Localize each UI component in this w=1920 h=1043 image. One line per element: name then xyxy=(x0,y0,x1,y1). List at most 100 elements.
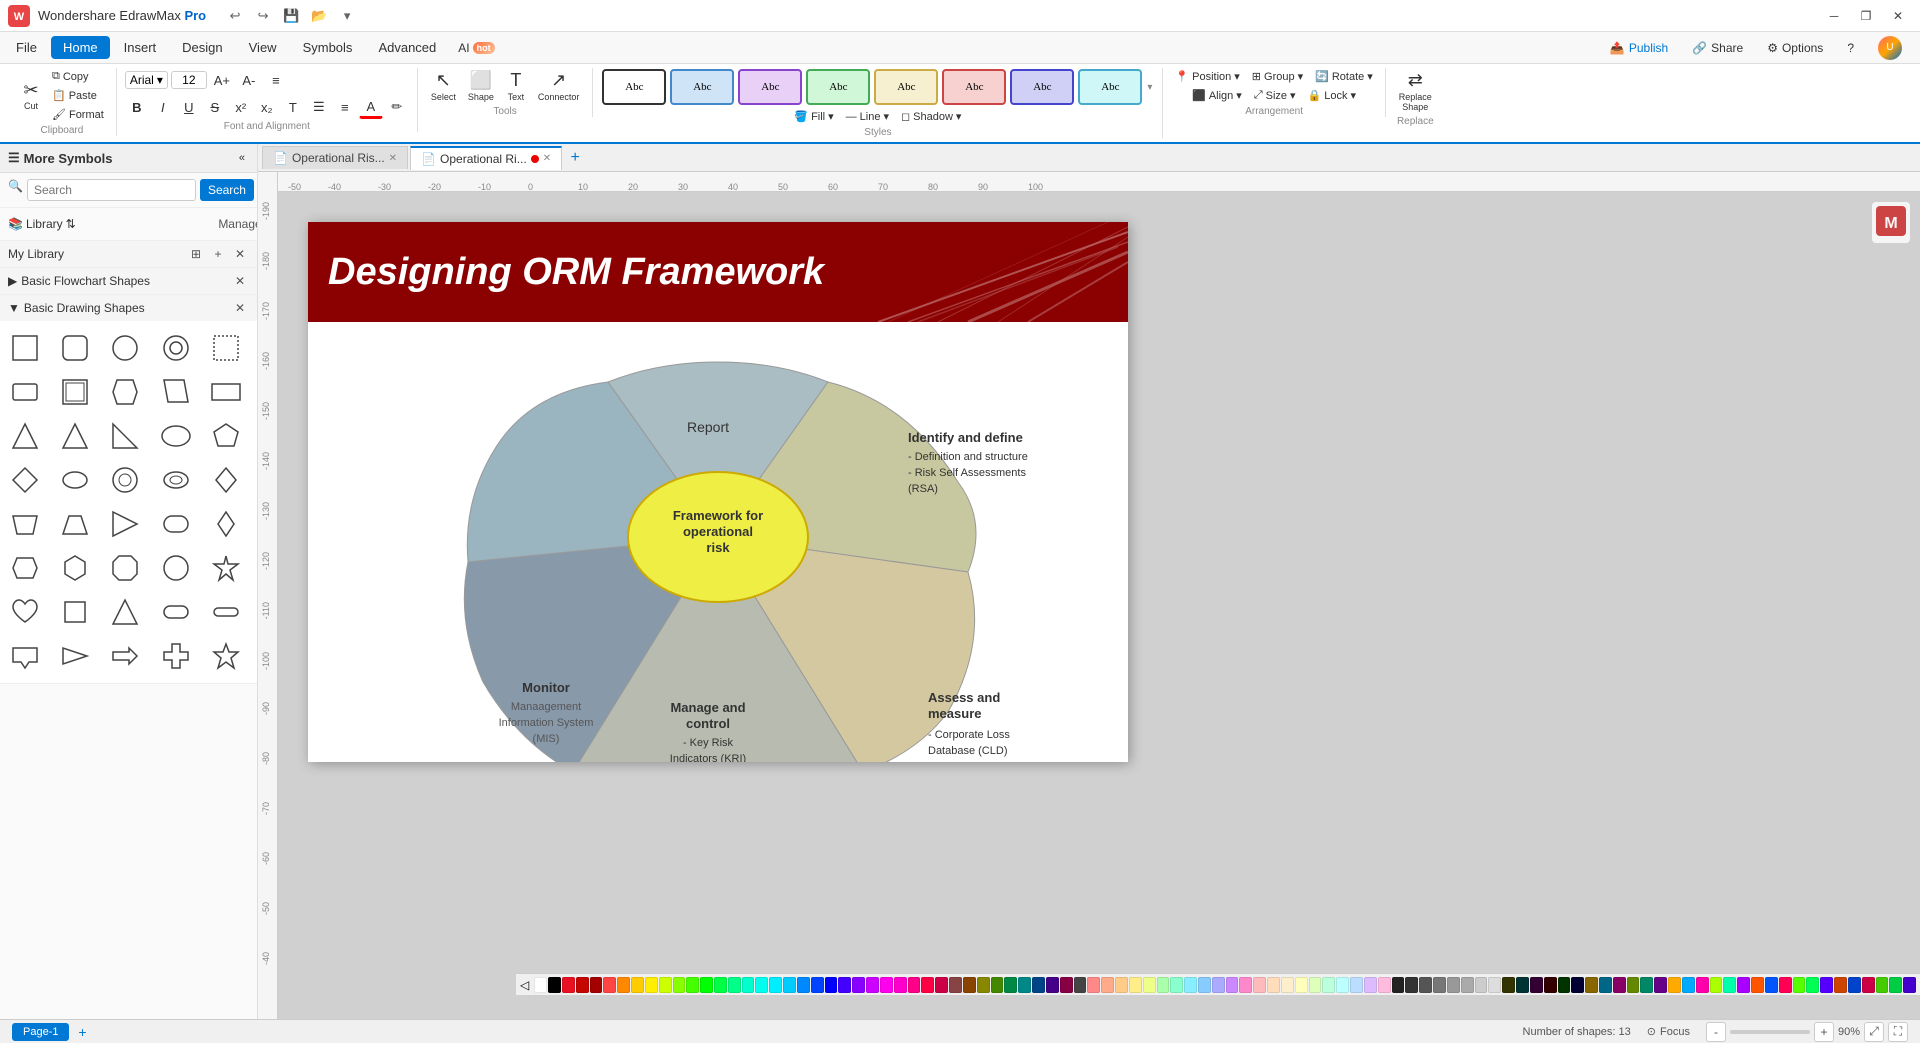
shape-trap2[interactable] xyxy=(54,503,96,545)
fit-screen-button[interactable]: ⤢ xyxy=(1864,1022,1884,1042)
collapse-panel-button[interactable]: « xyxy=(235,150,249,166)
style-abc8[interactable]: Abc xyxy=(1078,69,1142,105)
copy-button[interactable]: ⧉ Copy xyxy=(48,68,108,85)
group-button[interactable]: ⊞ Group ▾ xyxy=(1248,68,1307,85)
open-button[interactable]: 📂 xyxy=(308,5,330,27)
shape-parallelogram[interactable] xyxy=(155,371,197,413)
color-swatch-46[interactable] xyxy=(1170,977,1183,993)
color-swatch-59[interactable] xyxy=(1350,977,1363,993)
color-swatch-45[interactable] xyxy=(1157,977,1170,993)
zoom-slider[interactable] xyxy=(1730,1030,1810,1034)
canvas-content[interactable]: Designing ORM Framework xyxy=(278,192,1920,1019)
line-button[interactable]: — Line ▾ xyxy=(842,108,893,125)
shape-ring2[interactable] xyxy=(104,459,146,501)
zoom-in-button[interactable]: + xyxy=(1814,1022,1834,1042)
color-swatch-52[interactable] xyxy=(1253,977,1266,993)
color-swatch-57[interactable] xyxy=(1322,977,1335,993)
color-swatch-62[interactable] xyxy=(1392,977,1405,993)
color-swatch-88[interactable] xyxy=(1751,977,1764,993)
size-button[interactable]: ⤢ Size ▾ xyxy=(1250,87,1300,104)
menu-view[interactable]: View xyxy=(237,36,289,59)
shape-square[interactable] xyxy=(4,327,46,369)
style-abc3[interactable]: Abc xyxy=(738,69,802,105)
color-swatch-34[interactable] xyxy=(1004,977,1017,993)
menu-symbols[interactable]: Symbols xyxy=(291,36,365,59)
shape-heart[interactable] xyxy=(4,591,46,633)
basic-drawing-close-icon[interactable]: ✕ xyxy=(231,299,249,317)
style-abc1[interactable]: Abc xyxy=(602,69,666,105)
color-swatch-94[interactable] xyxy=(1834,977,1847,993)
color-swatch-28[interactable] xyxy=(921,977,934,993)
shape-banner[interactable] xyxy=(4,635,46,677)
shape-circle2[interactable] xyxy=(155,547,197,589)
add-page-button[interactable]: + xyxy=(73,1023,91,1041)
undo-button[interactable]: ↩ xyxy=(224,5,246,27)
color-swatch-3[interactable] xyxy=(576,977,589,993)
color-swatch-29[interactable] xyxy=(935,977,948,993)
subscript-button[interactable]: x₂ xyxy=(255,95,279,119)
my-library-grid-icon[interactable]: ⊞ xyxy=(187,245,205,263)
replace-shape-button[interactable]: ⇄ ReplaceShape xyxy=(1394,68,1437,114)
superscript-button[interactable]: x² xyxy=(229,95,253,119)
color-swatch-10[interactable] xyxy=(673,977,686,993)
shape-rect-outline[interactable] xyxy=(205,327,247,369)
color-swatch-78[interactable] xyxy=(1613,977,1626,993)
lock-button[interactable]: 🔒 Lock ▾ xyxy=(1304,87,1360,104)
tab-1[interactable]: 📄 Operational Ris... ✕ xyxy=(262,146,408,169)
fill-button[interactable]: 🪣 Fill ▾ xyxy=(790,108,837,125)
shape-rounded-poly[interactable] xyxy=(155,503,197,545)
color-swatch-89[interactable] xyxy=(1765,977,1778,993)
color-swatch-51[interactable] xyxy=(1239,977,1252,993)
shape-ring3[interactable] xyxy=(155,459,197,501)
menu-ai[interactable]: AI hot xyxy=(450,37,502,59)
shape-rtri2[interactable] xyxy=(104,503,146,545)
color-swatch-63[interactable] xyxy=(1405,977,1418,993)
shape-pill[interactable] xyxy=(155,591,197,633)
color-swatch-27[interactable] xyxy=(908,977,921,993)
style-abc5[interactable]: Abc xyxy=(874,69,938,105)
color-swatch-43[interactable] xyxy=(1129,977,1142,993)
font-family-selector[interactable]: Arial ▾ xyxy=(125,71,168,89)
shape-ring[interactable] xyxy=(155,327,197,369)
my-library-add-icon[interactable]: + xyxy=(209,245,227,263)
color-swatch-65[interactable] xyxy=(1433,977,1446,993)
rotate-button[interactable]: 🔄 Rotate ▾ xyxy=(1311,68,1377,85)
bold-button[interactable]: B xyxy=(125,95,149,119)
color-swatch-42[interactable] xyxy=(1115,977,1128,993)
menu-advanced[interactable]: Advanced xyxy=(366,36,448,59)
color-swatch-67[interactable] xyxy=(1461,977,1474,993)
color-swatch-4[interactable] xyxy=(590,977,603,993)
shape-pentagon[interactable] xyxy=(205,415,247,457)
color-bar-pointer[interactable]: ◁ xyxy=(520,978,529,992)
basic-flowchart-close-icon[interactable]: ✕ xyxy=(231,272,249,290)
styles-expand[interactable]: ▾ xyxy=(1145,80,1154,95)
library-header[interactable]: 📚 Library ⇅ Manage xyxy=(8,212,249,236)
font-size-input[interactable]: 12 xyxy=(171,71,207,89)
position-button[interactable]: 📍 Position ▾ xyxy=(1171,68,1243,85)
canvas-area[interactable]: -50 -40 -30 -20 -10 0 10 20 30 40 50 60 … xyxy=(258,172,1920,1019)
publish-button[interactable]: 📤 Publish xyxy=(1600,38,1678,58)
shape-button[interactable]: ⬜ Shape xyxy=(463,68,499,104)
options-button[interactable]: ⚙ Options xyxy=(1757,38,1833,58)
color-swatch-54[interactable] xyxy=(1281,977,1294,993)
more-button[interactable]: ▾ xyxy=(336,5,358,27)
color-swatch-14[interactable] xyxy=(728,977,741,993)
highlight-button[interactable]: ✏ xyxy=(385,95,409,119)
decrease-font-button[interactable]: A- xyxy=(237,68,261,92)
color-swatch-18[interactable] xyxy=(783,977,796,993)
color-swatch-23[interactable] xyxy=(852,977,865,993)
color-swatch-80[interactable] xyxy=(1640,977,1653,993)
cut-button[interactable]: ✂ Cut xyxy=(16,78,46,114)
color-swatch-95[interactable] xyxy=(1848,977,1861,993)
color-swatch-9[interactable] xyxy=(659,977,672,993)
color-swatch-93[interactable] xyxy=(1820,977,1833,993)
color-swatch-97[interactable] xyxy=(1876,977,1889,993)
menu-design[interactable]: Design xyxy=(170,36,234,59)
color-swatch-19[interactable] xyxy=(797,977,810,993)
color-swatch-15[interactable] xyxy=(742,977,755,993)
shape-wide-rect[interactable] xyxy=(205,371,247,413)
color-swatch-33[interactable] xyxy=(991,977,1004,993)
color-swatch-75[interactable] xyxy=(1571,977,1584,993)
color-swatch-11[interactable] xyxy=(686,977,699,993)
minimize-button[interactable]: ─ xyxy=(1820,5,1848,27)
